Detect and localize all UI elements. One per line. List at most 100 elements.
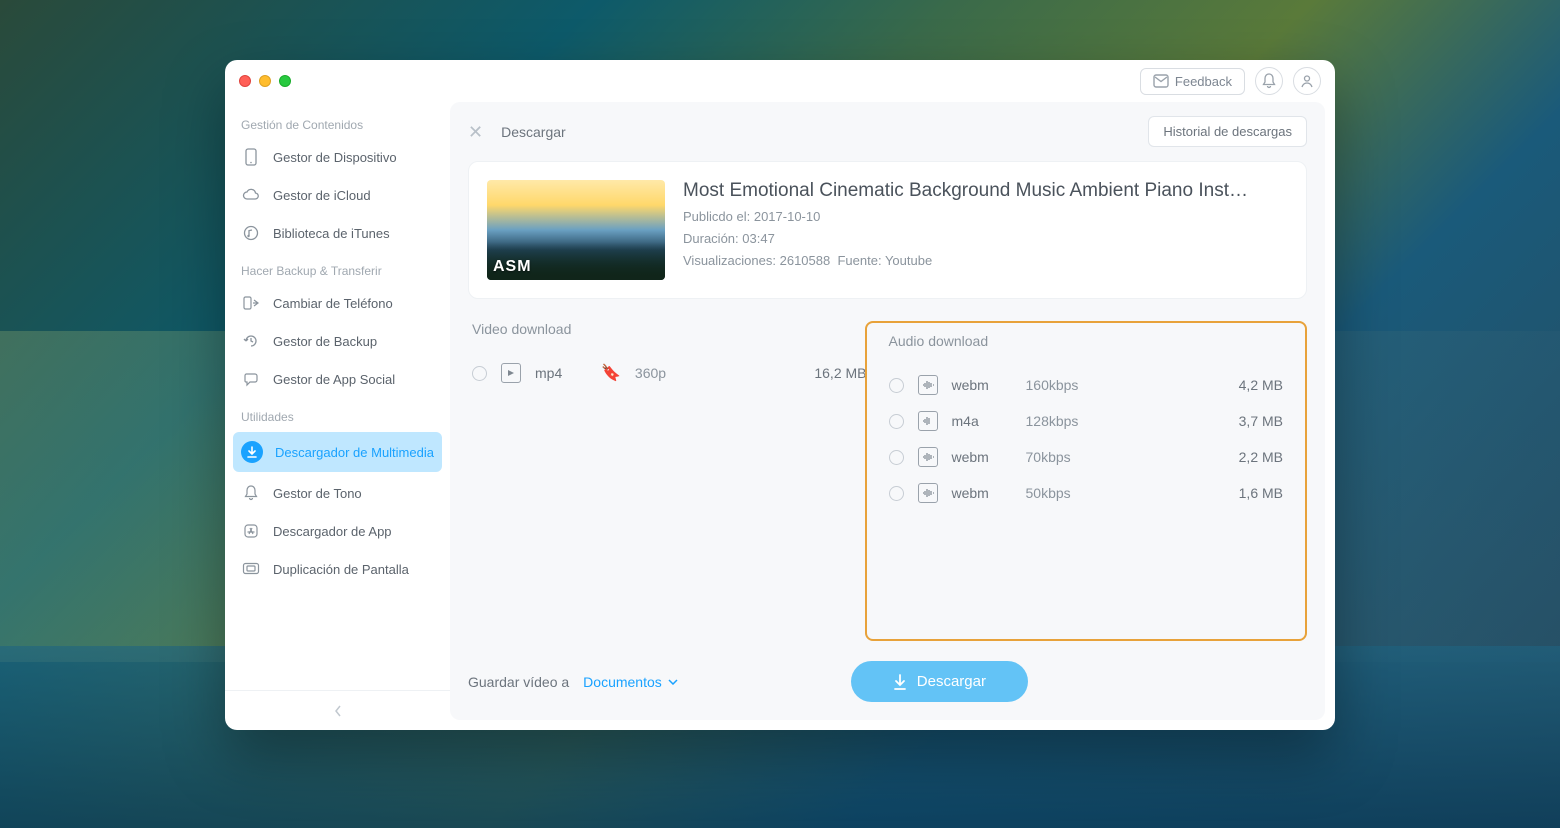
download-options: Video download mp4 🔖 360p 16,2 MB Audio … — [468, 321, 1307, 641]
audio-download-column: Audio download webm 160kbps 4,2 MB m4a 1… — [865, 321, 1308, 641]
sidebar-item-label: Descargador de Multimedia — [275, 445, 434, 460]
sidebar-item-label: Descargador de App — [273, 524, 392, 539]
video-thumbnail: ASM — [487, 180, 665, 280]
size-label: 1,6 MB — [1213, 485, 1283, 501]
format-name: webm — [952, 377, 1012, 393]
quality-label: 160kbps — [1026, 377, 1200, 393]
video-duration: Duración: 03:47 — [683, 231, 1248, 246]
video-info-card: ASM Most Emotional Cinematic Background … — [468, 161, 1307, 299]
sidebar-item-device[interactable]: Gestor de Dispositivo — [225, 138, 450, 176]
chat-icon — [241, 369, 261, 389]
main-header: ✕ Descargar Historial de descargas — [468, 116, 1307, 147]
sidebar-item-label: Cambiar de Teléfono — [273, 296, 393, 311]
sidebar-item-app-dl[interactable]: Descargador de App — [225, 512, 450, 550]
save-destination-dropdown[interactable]: Documentos — [583, 674, 678, 690]
video-published: Publicdo el: 2017-10-10 — [683, 209, 1248, 224]
quality-label: 70kbps — [1026, 449, 1200, 465]
destination-value: Documentos — [583, 674, 662, 690]
sidebar-item-label: Biblioteca de iTunes — [273, 226, 390, 241]
radio-button[interactable] — [472, 366, 487, 381]
quality-label: 360p — [635, 365, 783, 381]
chevron-down-icon — [668, 679, 678, 685]
size-label: 4,2 MB — [1213, 377, 1283, 393]
format-name: mp4 — [535, 365, 595, 381]
titlebar: Feedback — [225, 60, 1335, 102]
phone-swap-icon — [241, 293, 261, 313]
audio-option-row[interactable]: webm 160kbps 4,2 MB — [885, 367, 1288, 403]
sidebar-collapse-button[interactable] — [225, 690, 450, 730]
window-controls — [239, 75, 291, 87]
history-icon — [241, 331, 261, 351]
quality-label: 128kbps — [1026, 413, 1200, 429]
audio-option-row[interactable]: m4a 128kbps 3,7 MB — [885, 403, 1288, 439]
sidebar-item-label: Gestor de App Social — [273, 372, 395, 387]
size-label: 3,7 MB — [1213, 413, 1283, 429]
maximize-window-button[interactable] — [279, 75, 291, 87]
sidebar-item-backup[interactable]: Gestor de Backup — [225, 322, 450, 360]
sidebar-item-label: Gestor de iCloud — [273, 188, 371, 203]
radio-button[interactable] — [889, 486, 904, 501]
user-icon — [1300, 74, 1314, 88]
audio-option-row[interactable]: webm 70kbps 2,2 MB — [885, 439, 1288, 475]
audio-download-heading: Audio download — [885, 333, 1288, 349]
sidebar-item-tone[interactable]: Gestor de Tono — [225, 474, 450, 512]
radio-button[interactable] — [889, 378, 904, 393]
sidebar-item-media-downloader[interactable]: Descargador de Multimedia — [233, 432, 442, 472]
video-file-icon — [501, 363, 521, 383]
sidebar-item-label: Gestor de Dispositivo — [273, 150, 397, 165]
audio-file-icon — [918, 447, 938, 467]
chevron-left-icon — [334, 705, 342, 717]
cloud-icon — [241, 185, 261, 205]
main-panel: ✕ Descargar Historial de descargas ASM M… — [450, 102, 1325, 720]
sidebar-item-label: Gestor de Backup — [273, 334, 377, 349]
sidebar-item-label: Gestor de Tono — [273, 486, 362, 501]
download-button[interactable]: Descargar — [851, 661, 1028, 702]
video-download-heading: Video download — [468, 321, 871, 337]
sidebar: Gestión de Contenidos Gestor de Disposit… — [225, 102, 450, 730]
audio-file-icon — [918, 483, 938, 503]
thumbnail-badge: ASM — [493, 258, 532, 276]
sidebar-section-utilities: Utilidades — [225, 398, 450, 430]
download-icon — [241, 441, 263, 463]
panel-title: Descargar — [501, 124, 566, 140]
download-history-button[interactable]: Historial de descargas — [1148, 116, 1307, 147]
sidebar-item-switch[interactable]: Cambiar de Teléfono — [225, 284, 450, 322]
save-to-label: Guardar vídeo a — [468, 674, 569, 690]
feedback-label: Feedback — [1175, 74, 1232, 89]
sidebar-item-screen[interactable]: Duplicación de Pantalla — [225, 550, 450, 588]
feedback-button[interactable]: Feedback — [1140, 68, 1245, 95]
sidebar-item-icloud[interactable]: Gestor de iCloud — [225, 176, 450, 214]
video-download-column: Video download mp4 🔖 360p 16,2 MB — [468, 321, 871, 641]
close-window-button[interactable] — [239, 75, 251, 87]
video-option-row[interactable]: mp4 🔖 360p 16,2 MB — [468, 355, 871, 391]
account-button[interactable] — [1293, 67, 1321, 95]
size-label: 2,2 MB — [1213, 449, 1283, 465]
audio-file-icon — [918, 411, 938, 431]
audio-option-row[interactable]: webm 50kbps 1,6 MB — [885, 475, 1288, 511]
format-name: webm — [952, 449, 1012, 465]
app-window: Feedback Gestión de Contenidos Gestor de… — [225, 60, 1335, 730]
mail-icon — [1153, 74, 1169, 88]
bell-icon — [1262, 73, 1276, 89]
sidebar-section-content: Gestión de Contenidos — [225, 106, 450, 138]
sidebar-item-label: Duplicación de Pantalla — [273, 562, 409, 577]
video-views-source: Visualizaciones: 2610588 Fuente: Youtube — [683, 253, 1248, 268]
audio-file-icon — [918, 375, 938, 395]
download-arrow-icon — [893, 674, 907, 690]
screen-mirror-icon — [241, 559, 261, 579]
music-note-icon — [241, 223, 261, 243]
close-panel-button[interactable]: ✕ — [468, 123, 483, 141]
notifications-button[interactable] — [1255, 67, 1283, 95]
format-name: m4a — [952, 413, 1012, 429]
radio-button[interactable] — [889, 450, 904, 465]
minimize-window-button[interactable] — [259, 75, 271, 87]
format-name: webm — [952, 485, 1012, 501]
quality-label: 50kbps — [1026, 485, 1200, 501]
footer-bar: Guardar vídeo a Documentos Descargar — [468, 641, 1307, 702]
sidebar-item-itunes[interactable]: Biblioteca de iTunes — [225, 214, 450, 252]
radio-button[interactable] — [889, 414, 904, 429]
bookmark-icon: 🔖 — [601, 363, 621, 383]
appstore-icon — [241, 521, 261, 541]
sidebar-item-social[interactable]: Gestor de App Social — [225, 360, 450, 398]
download-button-label: Descargar — [917, 673, 986, 690]
